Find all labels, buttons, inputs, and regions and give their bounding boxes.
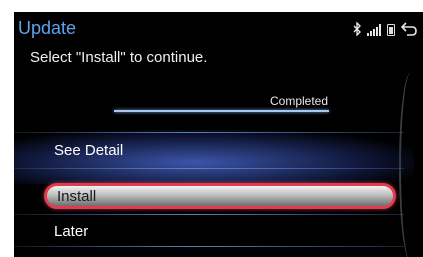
back-icon[interactable] (401, 22, 417, 36)
battery-icon (387, 24, 395, 36)
install-button[interactable]: Install (44, 183, 396, 209)
progress-bar (114, 110, 329, 112)
progress-status-label: Completed (270, 94, 329, 108)
status-bar (353, 20, 417, 36)
page-title: Update (18, 18, 77, 38)
menu-divider (14, 246, 404, 247)
signal-icon (367, 24, 381, 36)
menu-divider (14, 168, 404, 169)
progress-bar-fill (114, 110, 329, 112)
menu-divider (14, 132, 404, 133)
see-detail-button[interactable]: See Detail (44, 136, 404, 164)
bluetooth-icon (353, 22, 361, 36)
later-button[interactable]: Later (44, 217, 404, 245)
menu-divider (14, 214, 404, 215)
update-screen: Update Select "Install" to continue. Com… (14, 12, 423, 257)
instruction-text: Select "Install" to continue. (30, 49, 208, 66)
